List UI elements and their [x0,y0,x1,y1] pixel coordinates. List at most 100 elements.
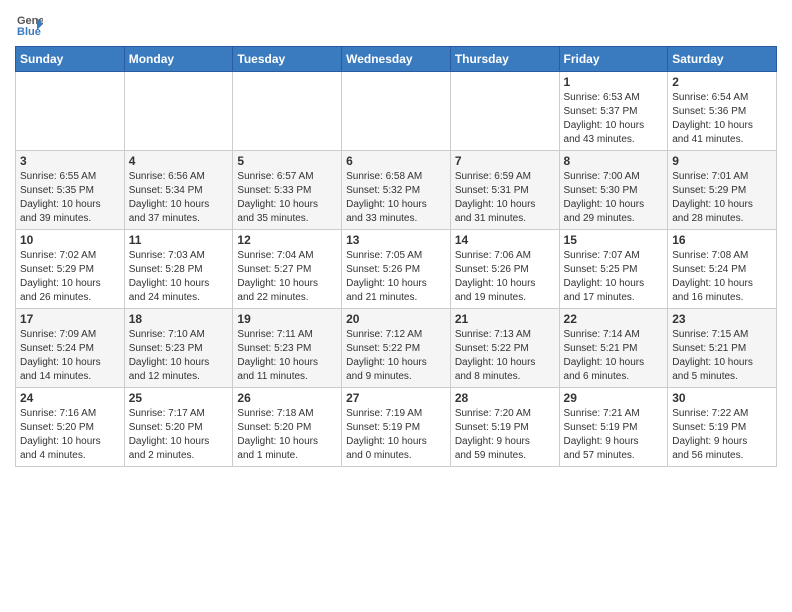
day-number: 25 [129,391,229,405]
day-info: Sunrise: 7:07 AM Sunset: 5:25 PM Dayligh… [564,249,664,305]
day-info: Sunrise: 7:16 AM Sunset: 5:20 PM Dayligh… [20,407,120,463]
day-info: Sunrise: 7:00 AM Sunset: 5:30 PM Dayligh… [564,170,664,226]
calendar-cell: 7 Sunrise: 6:59 AM Sunset: 5:31 PM Daylig… [450,151,559,230]
day-number: 10 [20,233,120,247]
calendar-day-header: Sunday [16,47,125,72]
day-info: Sunrise: 6:54 AM Sunset: 5:36 PM Dayligh… [672,91,772,147]
day-number: 5 [237,154,337,168]
day-info: Sunrise: 7:13 AM Sunset: 5:22 PM Dayligh… [455,328,555,384]
logo: General Blue [15,10,47,38]
day-info: Sunrise: 7:03 AM Sunset: 5:28 PM Dayligh… [129,249,229,305]
calendar-cell [124,72,233,151]
calendar-cell: 6Sunrise: 6:58 AM Sunset: 5:32 PM Daylig… [342,151,451,230]
day-number: 14 [455,233,555,247]
calendar-cell: 14Sunrise: 7:06 AM Sunset: 5:26 PM Dayli… [450,230,559,309]
day-info: Sunrise: 6:58 AM Sunset: 5:32 PM Dayligh… [346,170,446,226]
calendar-cell: 13 Sunrise: 7:05 AM Sunset: 5:26 PM Dayli… [342,230,451,309]
day-number: 17 [20,312,120,326]
logo-icon: General Blue [15,10,43,38]
calendar-cell: 25Sunrise: 7:17 AM Sunset: 5:20 PM Dayli… [124,388,233,467]
day-info: Sunrise: 6:59 AM Sunset: 5:31 PM Dayligh… [455,170,555,226]
day-info: Sunrise: 7:15 AM Sunset: 5:21 PM Dayligh… [672,328,772,384]
calendar-cell: 21Sunrise: 7:13 AM Sunset: 5:22 PM Dayli… [450,309,559,388]
day-number: 20 [346,312,446,326]
calendar-cell [342,72,451,151]
calendar-week-row: 24 Sunrise: 7:16 AM Sunset: 5:20 PM Dayli… [16,388,777,467]
day-number: 22 [564,312,664,326]
calendar-cell: 1Sunrise: 6:53 AM Sunset: 5:37 PM Daylig… [559,72,668,151]
day-info: Sunrise: 7:05 AM Sunset: 5:26 PM Dayligh… [346,249,446,305]
calendar-cell [16,72,125,151]
calendar-cell: 30Sunrise: 7:22 AM Sunset: 5:19 PM Dayli… [668,388,777,467]
page-header: General Blue [15,10,777,38]
day-info: Sunrise: 7:19 AM Sunset: 5:19 PM Dayligh… [346,407,446,463]
day-info: Sunrise: 7:04 AM Sunset: 5:27 PM Dayligh… [237,249,337,305]
day-info: Sunrise: 7:11 AM Sunset: 5:23 PM Dayligh… [237,328,337,384]
day-info: Sunrise: 7:09 AM Sunset: 5:24 PM Dayligh… [20,328,120,384]
day-number: 4 [129,154,229,168]
day-info: Sunrise: 7:14 AM Sunset: 5:21 PM Dayligh… [564,328,664,384]
calendar-cell: 15 Sunrise: 7:07 AM Sunset: 5:25 PM Dayli… [559,230,668,309]
day-number: 19 [237,312,337,326]
calendar-day-header: Monday [124,47,233,72]
day-info: Sunrise: 6:57 AM Sunset: 5:33 PM Dayligh… [237,170,337,226]
calendar-day-header: Friday [559,47,668,72]
calendar-cell: 12 Sunrise: 7:04 AM Sunset: 5:27 PM Dayli… [233,230,342,309]
day-number: 11 [129,233,229,247]
calendar-cell: 29 Sunrise: 7:21 AM Sunset: 5:19 PM Dayli… [559,388,668,467]
calendar-cell: 26Sunrise: 7:18 AM Sunset: 5:20 PM Dayli… [233,388,342,467]
day-info: Sunrise: 7:02 AM Sunset: 5:29 PM Dayligh… [20,249,120,305]
calendar-cell: 23 Sunrise: 7:15 AM Sunset: 5:21 PM Dayli… [668,309,777,388]
calendar-cell [233,72,342,151]
calendar-cell: 8 Sunrise: 7:00 AM Sunset: 5:30 PM Daylig… [559,151,668,230]
calendar-week-row: 17 Sunrise: 7:09 AM Sunset: 5:24 PM Dayli… [16,309,777,388]
calendar-cell: 3Sunrise: 6:55 AM Sunset: 5:35 PM Daylig… [16,151,125,230]
day-number: 9 [672,154,772,168]
calendar-day-header: Saturday [668,47,777,72]
calendar-week-row: 10 Sunrise: 7:02 AM Sunset: 5:29 PM Dayli… [16,230,777,309]
calendar-cell: 4 Sunrise: 6:56 AM Sunset: 5:34 PM Daylig… [124,151,233,230]
day-info: Sunrise: 6:55 AM Sunset: 5:35 PM Dayligh… [20,170,120,226]
day-info: Sunrise: 7:21 AM Sunset: 5:19 PM Dayligh… [564,407,664,463]
calendar-day-header: Wednesday [342,47,451,72]
calendar-cell: 19 Sunrise: 7:11 AM Sunset: 5:23 PM Dayli… [233,309,342,388]
calendar-cell: 28 Sunrise: 7:20 AM Sunset: 5:19 PM Dayli… [450,388,559,467]
calendar-cell: 24 Sunrise: 7:16 AM Sunset: 5:20 PM Dayli… [16,388,125,467]
day-number: 23 [672,312,772,326]
calendar-cell: 9 Sunrise: 7:01 AM Sunset: 5:29 PM Daylig… [668,151,777,230]
calendar-cell [450,72,559,151]
calendar-cell: 27 Sunrise: 7:19 AM Sunset: 5:19 PM Dayli… [342,388,451,467]
day-number: 8 [564,154,664,168]
day-info: Sunrise: 6:56 AM Sunset: 5:34 PM Dayligh… [129,170,229,226]
day-number: 7 [455,154,555,168]
calendar-cell: 22 Sunrise: 7:14 AM Sunset: 5:21 PM Dayli… [559,309,668,388]
day-number: 15 [564,233,664,247]
day-number: 27 [346,391,446,405]
day-number: 13 [346,233,446,247]
calendar-cell: 11 Sunrise: 7:03 AM Sunset: 5:28 PM Dayli… [124,230,233,309]
day-number: 16 [672,233,772,247]
day-number: 28 [455,391,555,405]
day-info: Sunrise: 7:10 AM Sunset: 5:23 PM Dayligh… [129,328,229,384]
calendar-cell: 16 Sunrise: 7:08 AM Sunset: 5:24 PM Dayli… [668,230,777,309]
calendar-cell: 10 Sunrise: 7:02 AM Sunset: 5:29 PM Dayli… [16,230,125,309]
calendar-table: SundayMondayTuesdayWednesdayThursdayFrid… [15,46,777,467]
calendar-week-row: 3Sunrise: 6:55 AM Sunset: 5:35 PM Daylig… [16,151,777,230]
day-number: 12 [237,233,337,247]
day-info: Sunrise: 7:18 AM Sunset: 5:20 PM Dayligh… [237,407,337,463]
calendar-week-row: 1Sunrise: 6:53 AM Sunset: 5:37 PM Daylig… [16,72,777,151]
day-info: Sunrise: 7:12 AM Sunset: 5:22 PM Dayligh… [346,328,446,384]
day-number: 2 [672,75,772,89]
day-number: 30 [672,391,772,405]
day-info: Sunrise: 7:01 AM Sunset: 5:29 PM Dayligh… [672,170,772,226]
calendar-cell: 2 Sunrise: 6:54 AM Sunset: 5:36 PM Daylig… [668,72,777,151]
calendar-cell: 18 Sunrise: 7:10 AM Sunset: 5:23 PM Dayli… [124,309,233,388]
calendar-cell: 17 Sunrise: 7:09 AM Sunset: 5:24 PM Dayli… [16,309,125,388]
day-info: Sunrise: 7:08 AM Sunset: 5:24 PM Dayligh… [672,249,772,305]
day-info: Sunrise: 6:53 AM Sunset: 5:37 PM Dayligh… [564,91,664,147]
day-number: 24 [20,391,120,405]
day-number: 29 [564,391,664,405]
calendar-cell: 5 Sunrise: 6:57 AM Sunset: 5:33 PM Daylig… [233,151,342,230]
day-number: 18 [129,312,229,326]
day-info: Sunrise: 7:20 AM Sunset: 5:19 PM Dayligh… [455,407,555,463]
